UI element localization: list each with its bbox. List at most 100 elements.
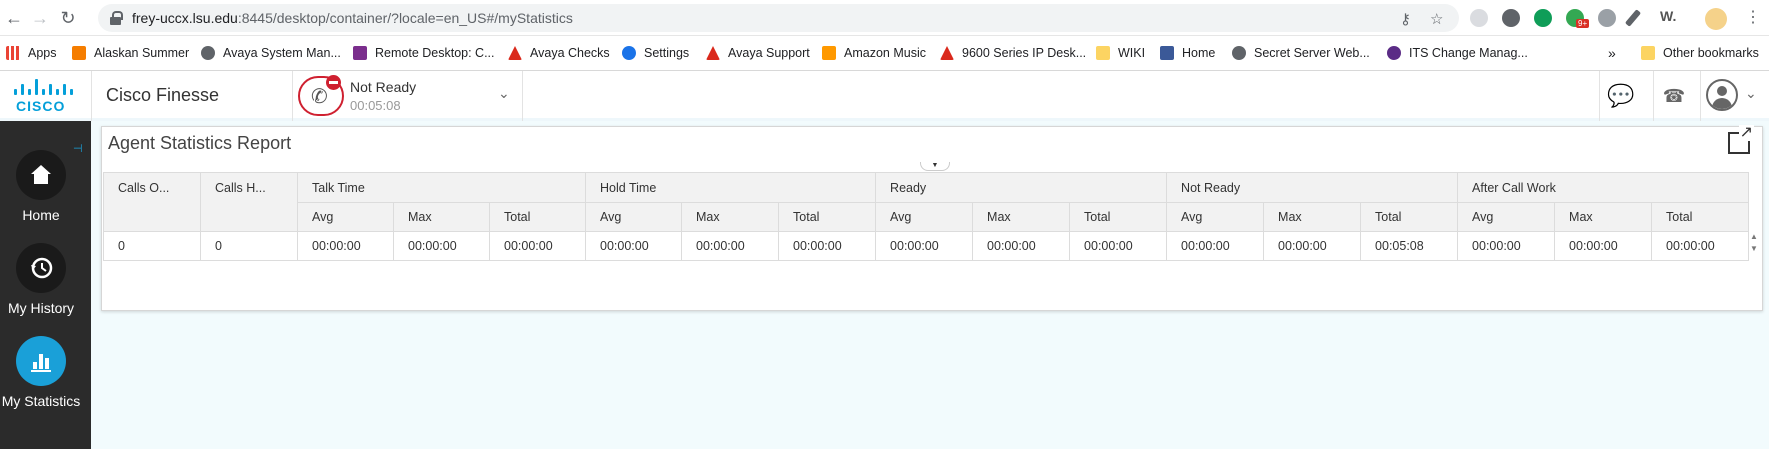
finesse-header: CISCO Cisco Finesse ✆ Not Ready 00:05:08… — [0, 71, 1769, 121]
bookmark-avaya-system[interactable]: Avaya System Man... — [201, 44, 341, 62]
gadget-title: Agent Statistics Report — [108, 133, 292, 153]
sidebar-item-home[interactable]: Home — [0, 150, 91, 230]
collapse-toggle-icon[interactable]: ▼ — [920, 162, 950, 171]
user-avatar-icon[interactable] — [1706, 79, 1738, 111]
bookmark-amazon-music[interactable]: Amazon Music — [822, 44, 926, 62]
notification-badge: 9+ — [1576, 19, 1590, 28]
group-hold-time: Hold Time — [585, 172, 877, 203]
sidebar-item-label: My Statistics — [1, 393, 81, 409]
sidebar-item-label: My History — [7, 300, 75, 316]
extension-icon[interactable] — [1502, 9, 1520, 27]
bookmarks-overflow-button[interactable]: » — [1608, 44, 1616, 62]
col-ready-max[interactable]: Max — [972, 202, 1071, 232]
not-ready-icon — [326, 75, 341, 90]
sidebar-item-my-statistics[interactable]: My Statistics — [0, 336, 91, 416]
table-cell: 0 — [103, 231, 201, 261]
col-ready-avg[interactable]: Avg — [875, 202, 974, 232]
url-text[interactable]: frey-uccx.lsu.edu:8445/desktop/container… — [132, 10, 573, 26]
dropper-icon[interactable] — [1624, 9, 1642, 27]
col-ready-total[interactable]: Total — [1069, 202, 1168, 232]
col-acw-total[interactable]: Total — [1651, 202, 1750, 232]
col-hold-avg[interactable]: Avg — [585, 202, 683, 232]
col-talk-avg[interactable]: Avg — [297, 202, 394, 232]
bookmark-its-change[interactable]: ITS Change Manag... — [1387, 44, 1528, 62]
bookmark-home[interactable]: Home — [1160, 44, 1215, 62]
group-ready: Ready — [875, 172, 1168, 203]
chat-icon[interactable]: 💬 — [1606, 81, 1636, 111]
url-path: :8445/desktop/container/?locale=en_US#/m… — [237, 10, 573, 26]
table-cell: 00:00:00 — [1554, 231, 1653, 261]
statistics-table: Calls O... Calls H... Talk Time Hold Tim… — [103, 172, 1750, 261]
bookmark-wiki[interactable]: WIKI — [1096, 44, 1145, 62]
star-icon[interactable]: ☆ — [1430, 10, 1443, 28]
col-notready-max[interactable]: Max — [1263, 202, 1362, 232]
table-cell: 00:00:00 — [1069, 231, 1168, 261]
apps-grid-icon — [6, 46, 20, 60]
agent-state-label[interactable]: Not Ready — [350, 79, 416, 95]
bar-chart-icon — [16, 336, 66, 386]
col-talk-total[interactable]: Total — [488, 202, 587, 232]
table-cell: 00:00:00 — [585, 231, 683, 261]
table-cell: 00:00:00 — [393, 231, 490, 261]
key-icon[interactable]: ⚷ — [1400, 10, 1411, 28]
table-row: 0 0 00:00:00 00:00:00 00:00:00 00:00:00 … — [103, 231, 1750, 261]
main-content: Agent Statistics Report ▼ Calls O... Cal… — [91, 121, 1769, 449]
other-bookmarks[interactable]: Other bookmarks — [1641, 44, 1759, 62]
col-hold-max[interactable]: Max — [681, 202, 780, 232]
app-title: Cisco Finesse — [106, 85, 220, 105]
col-notready-avg[interactable]: Avg — [1166, 202, 1265, 232]
address-bar[interactable]: frey-uccx.lsu.edu:8445/desktop/container… — [98, 4, 1459, 32]
col-notready-total[interactable]: Total — [1360, 202, 1459, 232]
table-cell: 00:00:00 — [681, 231, 780, 261]
agent-statistics-gadget: Agent Statistics Report ▼ Calls O... Cal… — [101, 125, 1763, 311]
col-hold-total[interactable]: Total — [778, 202, 877, 232]
menu-icon[interactable]: ⋮ — [1745, 7, 1761, 27]
folder-icon — [1096, 46, 1110, 60]
dialpad-icon[interactable]: ☎ — [1659, 81, 1689, 111]
url-host: frey-uccx.lsu.edu — [132, 10, 238, 26]
bookmark-alaskan-summer[interactable]: Alaskan Summer — [72, 44, 189, 62]
table-cell: 00:00:00 — [875, 231, 974, 261]
col-acw-max[interactable]: Max — [1554, 202, 1653, 232]
sidebar-item-label: Home — [22, 207, 60, 223]
extension-icon[interactable] — [1598, 9, 1616, 27]
blogger-icon — [72, 46, 86, 60]
facebook-icon — [1160, 46, 1174, 60]
bookmark-apps[interactable]: Apps — [6, 44, 57, 62]
agent-state-timer: 00:05:08 — [350, 98, 401, 113]
reload-icon[interactable]: ↻ — [58, 8, 78, 28]
chevron-down-icon[interactable]: ⌄ — [498, 85, 510, 102]
sidebar-item-my-history[interactable]: My History — [0, 243, 91, 323]
bookmark-avaya-checks[interactable]: Avaya Checks — [508, 44, 610, 62]
back-icon[interactable]: ← — [4, 8, 24, 28]
cisco-logo: CISCO — [12, 79, 73, 115]
popout-icon[interactable] — [1728, 125, 1754, 154]
table-cell: 00:00:00 — [972, 231, 1071, 261]
phone-icon: ✆ — [311, 86, 328, 108]
profile-avatar[interactable] — [1705, 8, 1727, 30]
user-menu-chevron-icon[interactable]: ⌄ — [1745, 85, 1757, 102]
bookmark-9600-series[interactable]: 9600 Series IP Desk... — [940, 44, 1086, 62]
agent-state-icon[interactable]: ✆ — [298, 75, 344, 116]
browser-toolbar: ← → ↻ frey-uccx.lsu.edu:8445/desktop/con… — [0, 0, 1769, 36]
bookmark-remote-desktop[interactable]: Remote Desktop: C... — [353, 44, 495, 62]
bookmark-secret-server[interactable]: Secret Server Web... — [1232, 44, 1370, 62]
table-scrollbar[interactable]: ▲ ▼ — [1750, 231, 1758, 255]
table-cell: 00:05:08 — [1360, 231, 1459, 261]
lock-icon — [110, 11, 123, 25]
col-calls-handled[interactable]: Calls H... — [200, 172, 298, 232]
extension-icon[interactable] — [1534, 9, 1552, 27]
col-acw-avg[interactable]: Avg — [1457, 202, 1556, 232]
bookmark-settings[interactable]: Settings — [622, 44, 689, 62]
avaya-icon — [508, 46, 522, 60]
col-talk-max[interactable]: Max — [393, 202, 490, 232]
col-calls-offered[interactable]: Calls O... — [103, 172, 201, 232]
forward-icon[interactable]: → — [30, 8, 50, 28]
group-not-ready: Not Ready — [1166, 172, 1459, 203]
bookmark-avaya-support[interactable]: Avaya Support — [706, 44, 810, 62]
table-cell: 00:00:00 — [488, 231, 587, 261]
extension-icon[interactable] — [1470, 9, 1488, 27]
folder-icon — [1641, 46, 1655, 60]
wordpress-icon[interactable]: W. — [1660, 8, 1676, 24]
table-cell: 00:00:00 — [1263, 231, 1362, 261]
